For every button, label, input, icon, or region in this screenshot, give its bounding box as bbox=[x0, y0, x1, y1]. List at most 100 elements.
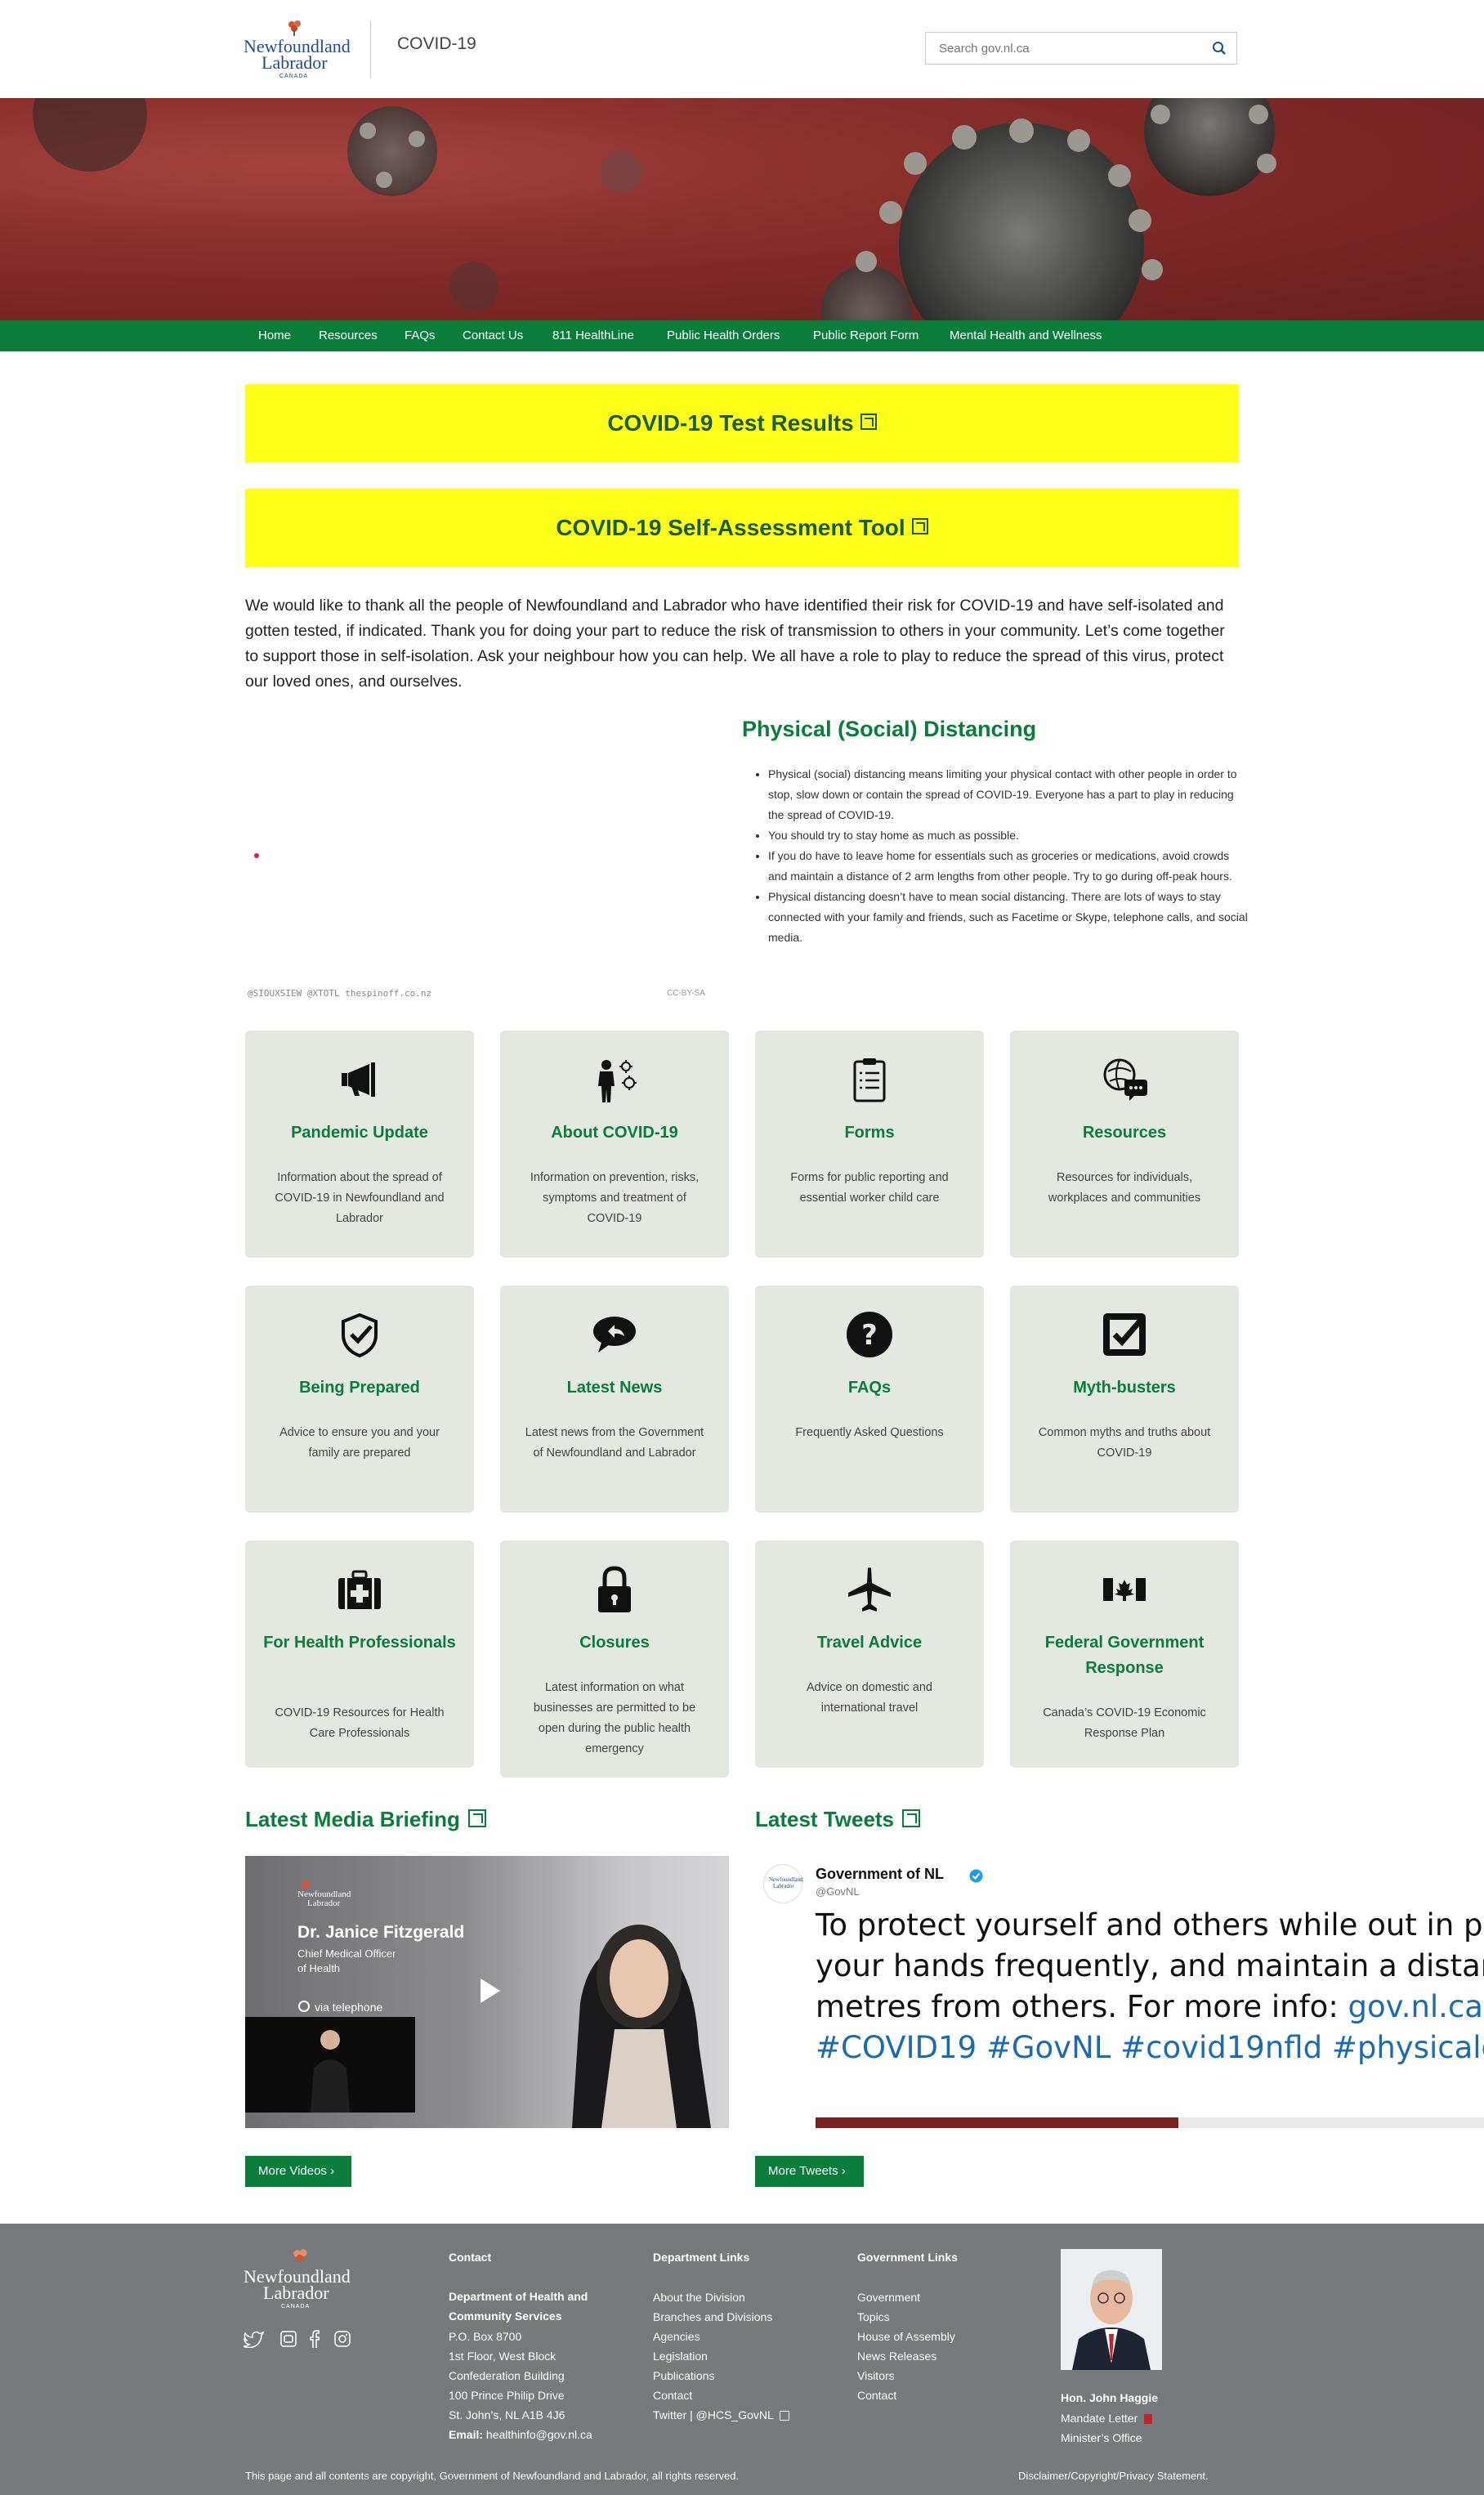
latest-tweets-title[interactable]: Latest Tweets bbox=[755, 1807, 921, 1832]
card-desc: Advice to ensure you and your family are… bbox=[279, 1426, 440, 1460]
card-title: Latest News bbox=[566, 1379, 663, 1397]
nav-public-report-form[interactable]: Public Report Form bbox=[813, 320, 919, 351]
avatar[interactable]: Newfoundland Labrador bbox=[763, 1864, 803, 1903]
footer-gov-link[interactable]: House of Assembly bbox=[857, 2327, 955, 2346]
card-title: Closures bbox=[579, 1634, 650, 1652]
twitter-icon[interactable] bbox=[244, 2330, 265, 2348]
self-assessment-label: COVID-19 Self-Assessment Tool bbox=[556, 515, 905, 540]
canada-flag-icon bbox=[1103, 1578, 1146, 1601]
pdf-icon bbox=[1144, 2414, 1153, 2425]
nav-faqs[interactable]: FAQs bbox=[405, 320, 436, 351]
card-desc: Advice on domestic and international tra… bbox=[807, 1681, 932, 1715]
footer-contact-line: St. John’s, NL A1B 4J6 bbox=[449, 2408, 565, 2421]
nav-public-health-orders[interactable]: Public Health Orders bbox=[667, 320, 780, 351]
footer-dept-link[interactable]: Agencies bbox=[653, 2327, 700, 2346]
footer-nl-logo[interactable]: Newfoundland Labrador CANADA bbox=[244, 2248, 358, 2309]
footer-dept-link[interactable]: Contact bbox=[653, 2385, 692, 2405]
footer-contact-line: 1st Floor, West Block bbox=[449, 2350, 556, 2363]
external-link-icon bbox=[860, 413, 877, 430]
footer-contact-line: Confederation Building bbox=[449, 2369, 565, 2382]
footer-gov-link[interactable]: Contact bbox=[857, 2385, 896, 2405]
mandate-letter-link[interactable]: Mandate Letter bbox=[1061, 2408, 1153, 2428]
tweet-account-name[interactable]: Government of NL bbox=[816, 1866, 944, 1883]
media-briefing-label: Latest Media Briefing bbox=[245, 1807, 460, 1831]
footer-gov-link[interactable]: Visitors bbox=[857, 2366, 895, 2385]
footer-contact-heading: Contact bbox=[449, 2251, 492, 2264]
globe-chat-icon bbox=[1103, 1058, 1147, 1101]
footer-gov-link[interactable]: Topics bbox=[857, 2307, 890, 2327]
card-closures[interactable]: Closures Latest information on what busi… bbox=[500, 1540, 729, 1777]
media-briefing-title[interactable]: Latest Media Briefing bbox=[245, 1807, 486, 1832]
main-navigation: Home Resources FAQs Contact Us 811 Healt… bbox=[0, 320, 1484, 351]
facebook-icon[interactable] bbox=[309, 2330, 320, 2348]
minister-photo bbox=[1061, 2249, 1162, 2370]
media-briefing-video[interactable]: Newfoundland Labrador Dr. Janice Fitzger… bbox=[245, 1856, 729, 2128]
search-box bbox=[925, 32, 1237, 65]
footer-dept-link[interactable]: Publications bbox=[653, 2366, 715, 2385]
footer-gov-link[interactable]: Government bbox=[857, 2287, 920, 2307]
self-assessment-button[interactable]: COVID-19 Self-Assessment Tool bbox=[245, 489, 1239, 567]
footer-gov-link[interactable]: News Releases bbox=[857, 2346, 936, 2366]
disclaimer-link[interactable]: Disclaimer/Copyright/Privacy Statement. bbox=[1018, 2466, 1209, 2486]
search-icon[interactable] bbox=[1212, 41, 1227, 56]
verified-badge-icon bbox=[969, 1869, 983, 1883]
card-desc: Resources for individuals, workplaces an… bbox=[1048, 1171, 1201, 1205]
youtube-icon[interactable] bbox=[279, 2330, 297, 2348]
mandate-letter-label: Mandate Letter bbox=[1061, 2412, 1138, 2425]
distancing-title: Physical (Social) Distancing bbox=[742, 717, 1037, 741]
tweet-hashtags[interactable]: #COVID19 #GovNL #covid19nfld #physicald bbox=[816, 2028, 1484, 2068]
card-health-professionals[interactable]: For Health Professionals COVID-19 Resour… bbox=[245, 1540, 474, 1768]
card-federal-response[interactable]: Federal Government Response Canada’s COV… bbox=[1010, 1540, 1239, 1768]
card-about-covid[interactable]: About COVID-19 Information on prevention… bbox=[500, 1031, 729, 1258]
card-latest-news[interactable]: Latest News Latest news from the Governm… bbox=[500, 1286, 729, 1513]
checkbox-icon bbox=[1103, 1313, 1146, 1356]
tweet-media-image[interactable] bbox=[816, 2117, 1178, 2128]
more-tweets-button[interactable]: More Tweets › bbox=[755, 2156, 864, 2187]
card-desc: Latest news from the Government of Newfo… bbox=[525, 1426, 704, 1460]
shield-check-icon bbox=[342, 1312, 378, 1358]
footer-email-label: Email: bbox=[449, 2428, 484, 2441]
card-desc: Information about the spread of COVID-19… bbox=[275, 1171, 445, 1225]
video-logo-text-2: Labrador bbox=[307, 1898, 341, 1908]
nav-contact-us[interactable]: Contact Us bbox=[463, 320, 523, 351]
list-item: Physical distancing doesn’t have to mean… bbox=[768, 887, 1249, 948]
latest-tweets-label: Latest Tweets bbox=[755, 1807, 895, 1831]
site-footer: Newfoundland Labrador CANADA Contact Dep… bbox=[0, 2224, 1484, 2495]
nav-mental-health[interactable]: Mental Health and Wellness bbox=[950, 320, 1102, 351]
card-desc: Latest information on what businesses ar… bbox=[533, 1681, 696, 1755]
card-being-prepared[interactable]: Being Prepared Advice to ensure you and … bbox=[245, 1286, 474, 1513]
card-resources[interactable]: Resources Resources for individuals, wor… bbox=[1010, 1031, 1239, 1258]
card-travel-advice[interactable]: Travel Advice Advice on domestic and int… bbox=[755, 1540, 984, 1768]
card-myth-busters[interactable]: Myth-busters Common myths and truths abo… bbox=[1010, 1286, 1239, 1513]
nav-811-healthline[interactable]: 811 HealthLine bbox=[552, 320, 634, 351]
card-pandemic-update[interactable]: Pandemic Update Information about the sp… bbox=[245, 1031, 474, 1258]
nav-home[interactable]: Home bbox=[258, 320, 291, 351]
tweet-handle[interactable]: @GovNL bbox=[816, 1885, 860, 1898]
instagram-icon[interactable] bbox=[333, 2330, 351, 2348]
video-speaker-role-2: of Health bbox=[297, 1962, 341, 1974]
ministers-office-link[interactable]: Minister’s Office bbox=[1061, 2428, 1142, 2448]
search-input[interactable] bbox=[926, 33, 1209, 64]
footer-email-link[interactable]: healthinfo@gov.nl.ca bbox=[486, 2428, 592, 2441]
tweet-link[interactable]: gov.nl.ca bbox=[1348, 1989, 1483, 2024]
footer-dept-link[interactable]: Branches and Divisions bbox=[653, 2307, 772, 2327]
tweet-media-image-2[interactable] bbox=[1178, 2117, 1484, 2128]
nl-logo[interactable]: Newfoundland Labrador CANADA bbox=[244, 20, 351, 82]
nav-resources[interactable]: Resources bbox=[319, 320, 378, 351]
airplane-icon bbox=[848, 1567, 891, 1612]
tweet-text-line-1: To protect yourself and others while out… bbox=[816, 1907, 1483, 1943]
external-link-icon bbox=[902, 1809, 921, 1828]
list-item: Physical (social) distancing means limit… bbox=[768, 764, 1249, 825]
site-title[interactable]: COVID-19 bbox=[397, 34, 476, 54]
test-results-button[interactable]: COVID-19 Test Results bbox=[245, 384, 1239, 463]
footer-twitter-link[interactable]: Twitter | @HCS_GovNL bbox=[653, 2405, 790, 2425]
more-videos-button[interactable]: More Videos › bbox=[245, 2156, 351, 2187]
card-faqs[interactable]: ? FAQs Frequently Asked Questions bbox=[755, 1286, 984, 1513]
graphic-credit: @SIOUXSIEW @XTOTL thespinoff.co.nz bbox=[248, 988, 432, 999]
card-forms[interactable]: Forms Forms for public reporting and ess… bbox=[755, 1031, 984, 1258]
footer-dept-link[interactable]: About the Division bbox=[653, 2287, 745, 2307]
footer-dept-link[interactable]: Legislation bbox=[653, 2346, 708, 2366]
tweet-embed: Newfoundland Labrador Government of NL @… bbox=[755, 1856, 1484, 2128]
tweet-text-line-2: your hands frequently, and maintain a di… bbox=[816, 1948, 1484, 1983]
card-title: For Health Professionals bbox=[263, 1634, 456, 1652]
